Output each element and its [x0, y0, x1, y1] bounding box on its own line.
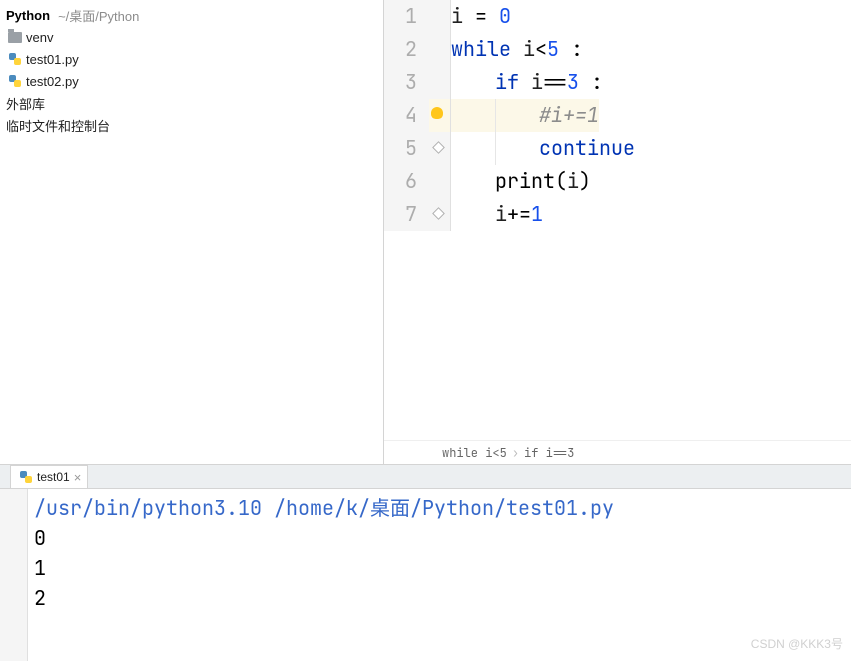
gutter[interactable]: [429, 165, 451, 198]
gutter[interactable]: [429, 66, 451, 99]
line-number: 3: [384, 66, 429, 99]
code-line[interactable]: 6 print(i): [384, 165, 851, 198]
console-gutter: [0, 489, 28, 661]
tree-item[interactable]: 外部库: [6, 92, 377, 114]
line-number: 5: [384, 132, 429, 165]
code-text[interactable]: if i==3 :: [495, 66, 603, 99]
code-text[interactable]: i+=1: [495, 198, 543, 231]
indent-guides: [451, 66, 495, 99]
breadcrumb-item[interactable]: while i<5: [439, 445, 510, 461]
chevron-right-icon: ›: [510, 445, 521, 461]
line-number: 4: [384, 99, 429, 132]
code-editor[interactable]: 1 i = 0 2 while i<5 : 3 if i==3 : 4 #i+=1 5 conti…: [383, 0, 851, 464]
tree-item-label: venv: [26, 30, 53, 45]
fold-marker-icon[interactable]: [432, 141, 445, 154]
project-root[interactable]: Python ~/桌面/Python: [6, 4, 377, 26]
code-text[interactable]: i = 0: [451, 0, 511, 33]
console-tab[interactable]: test01 ×: [10, 465, 88, 488]
breadcrumbs[interactable]: while i<5›if i==3: [384, 440, 851, 464]
tree-item-label: test02.py: [26, 74, 79, 89]
intention-bulb-icon[interactable]: [431, 107, 443, 119]
project-sidebar: Python ~/桌面/Python venv test01.py test02.p…: [0, 0, 383, 464]
tree-item[interactable]: test02.py: [6, 70, 377, 92]
code-text[interactable]: while i<5 :: [451, 33, 583, 66]
code-text[interactable]: #i+=1: [539, 99, 599, 132]
indent-guides: [451, 99, 539, 132]
console-tabs: test01 ×: [0, 465, 851, 489]
console-line: 1: [34, 553, 845, 583]
code-text[interactable]: continue: [539, 132, 635, 165]
line-number: 6: [384, 165, 429, 198]
tree-item[interactable]: test01.py: [6, 48, 377, 70]
python-icon: [19, 470, 33, 484]
line-number: 2: [384, 33, 429, 66]
console-output[interactable]: /usr/bin/python3.10 /home/k/桌面/Python/te…: [28, 489, 851, 661]
close-icon[interactable]: ×: [74, 470, 82, 485]
watermark: CSDN @KKK3号: [751, 629, 843, 659]
indent-guides: [451, 198, 495, 231]
tree-item-label: 临时文件和控制台: [6, 116, 110, 135]
folder-icon: [8, 32, 22, 43]
gutter[interactable]: [429, 99, 451, 132]
console-line: 0: [34, 523, 845, 553]
line-number: 7: [384, 198, 429, 231]
indent-guides: [451, 132, 539, 165]
breadcrumb-item[interactable]: if i==3: [521, 445, 577, 461]
console-command: /usr/bin/python3.10 /home/k/桌面/Python/te…: [34, 493, 845, 523]
python-file-icon: [8, 74, 22, 88]
indent-guides: [451, 165, 495, 198]
project-name: Python: [6, 8, 50, 23]
tree-item[interactable]: 临时文件和控制台: [6, 114, 377, 136]
code-line[interactable]: 5 continue: [384, 132, 851, 165]
console-tab-label: test01: [37, 470, 70, 484]
gutter[interactable]: [429, 132, 451, 165]
gutter[interactable]: [429, 0, 451, 33]
code-line[interactable]: 7 i+=1: [384, 198, 851, 231]
code-text[interactable]: print(i): [495, 165, 591, 198]
line-number: 1: [384, 0, 429, 33]
gutter[interactable]: [429, 33, 451, 66]
tree-item[interactable]: venv: [6, 26, 377, 48]
gutter[interactable]: [429, 198, 451, 231]
code-line[interactable]: 3 if i==3 :: [384, 66, 851, 99]
project-path: ~/桌面/Python: [58, 6, 139, 25]
tree-item-label: 外部库: [6, 94, 45, 113]
code-line[interactable]: 4 #i+=1: [384, 99, 851, 132]
code-line[interactable]: 2 while i<5 :: [384, 33, 851, 66]
code-line[interactable]: 1 i = 0: [384, 0, 851, 33]
console-line: 2: [34, 583, 845, 613]
python-file-icon: [8, 52, 22, 66]
run-console: test01 × /usr/bin/python3.10 /home/k/桌面/…: [0, 465, 851, 661]
fold-marker-icon[interactable]: [432, 207, 445, 220]
tree-item-label: test01.py: [26, 52, 79, 67]
